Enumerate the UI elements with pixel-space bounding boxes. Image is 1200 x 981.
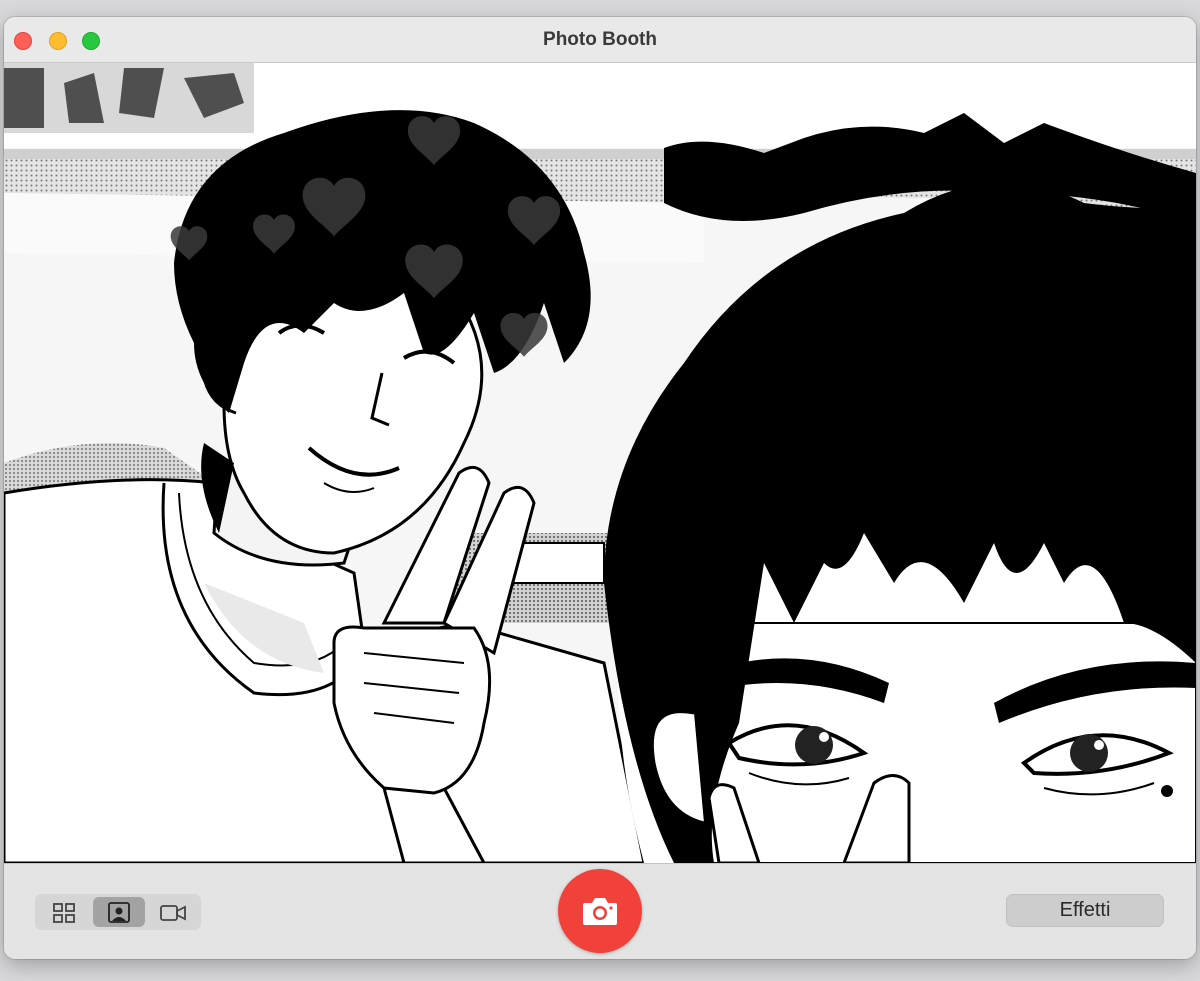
bottom-toolbar: Effetti — [4, 863, 1196, 959]
effects-button[interactable]: Effetti — [1006, 894, 1164, 927]
view-mode-selector — [35, 894, 201, 930]
camera-icon — [583, 898, 617, 925]
video-camera-icon — [160, 905, 186, 921]
title-bar: Photo Booth — [4, 17, 1196, 63]
grid-mode-button[interactable] — [38, 897, 90, 927]
single-photo-mode-button[interactable] — [93, 897, 145, 927]
shutter-button[interactable] — [558, 869, 642, 953]
camera-preview-image — [4, 63, 1196, 863]
photo-booth-window: Photo Booth Effetti — [4, 17, 1196, 959]
window-title: Photo Booth — [543, 29, 657, 50]
grid-icon — [53, 903, 75, 923]
video-mode-button[interactable] — [146, 897, 198, 927]
camera-preview — [4, 63, 1196, 863]
single-photo-icon — [108, 902, 130, 923]
